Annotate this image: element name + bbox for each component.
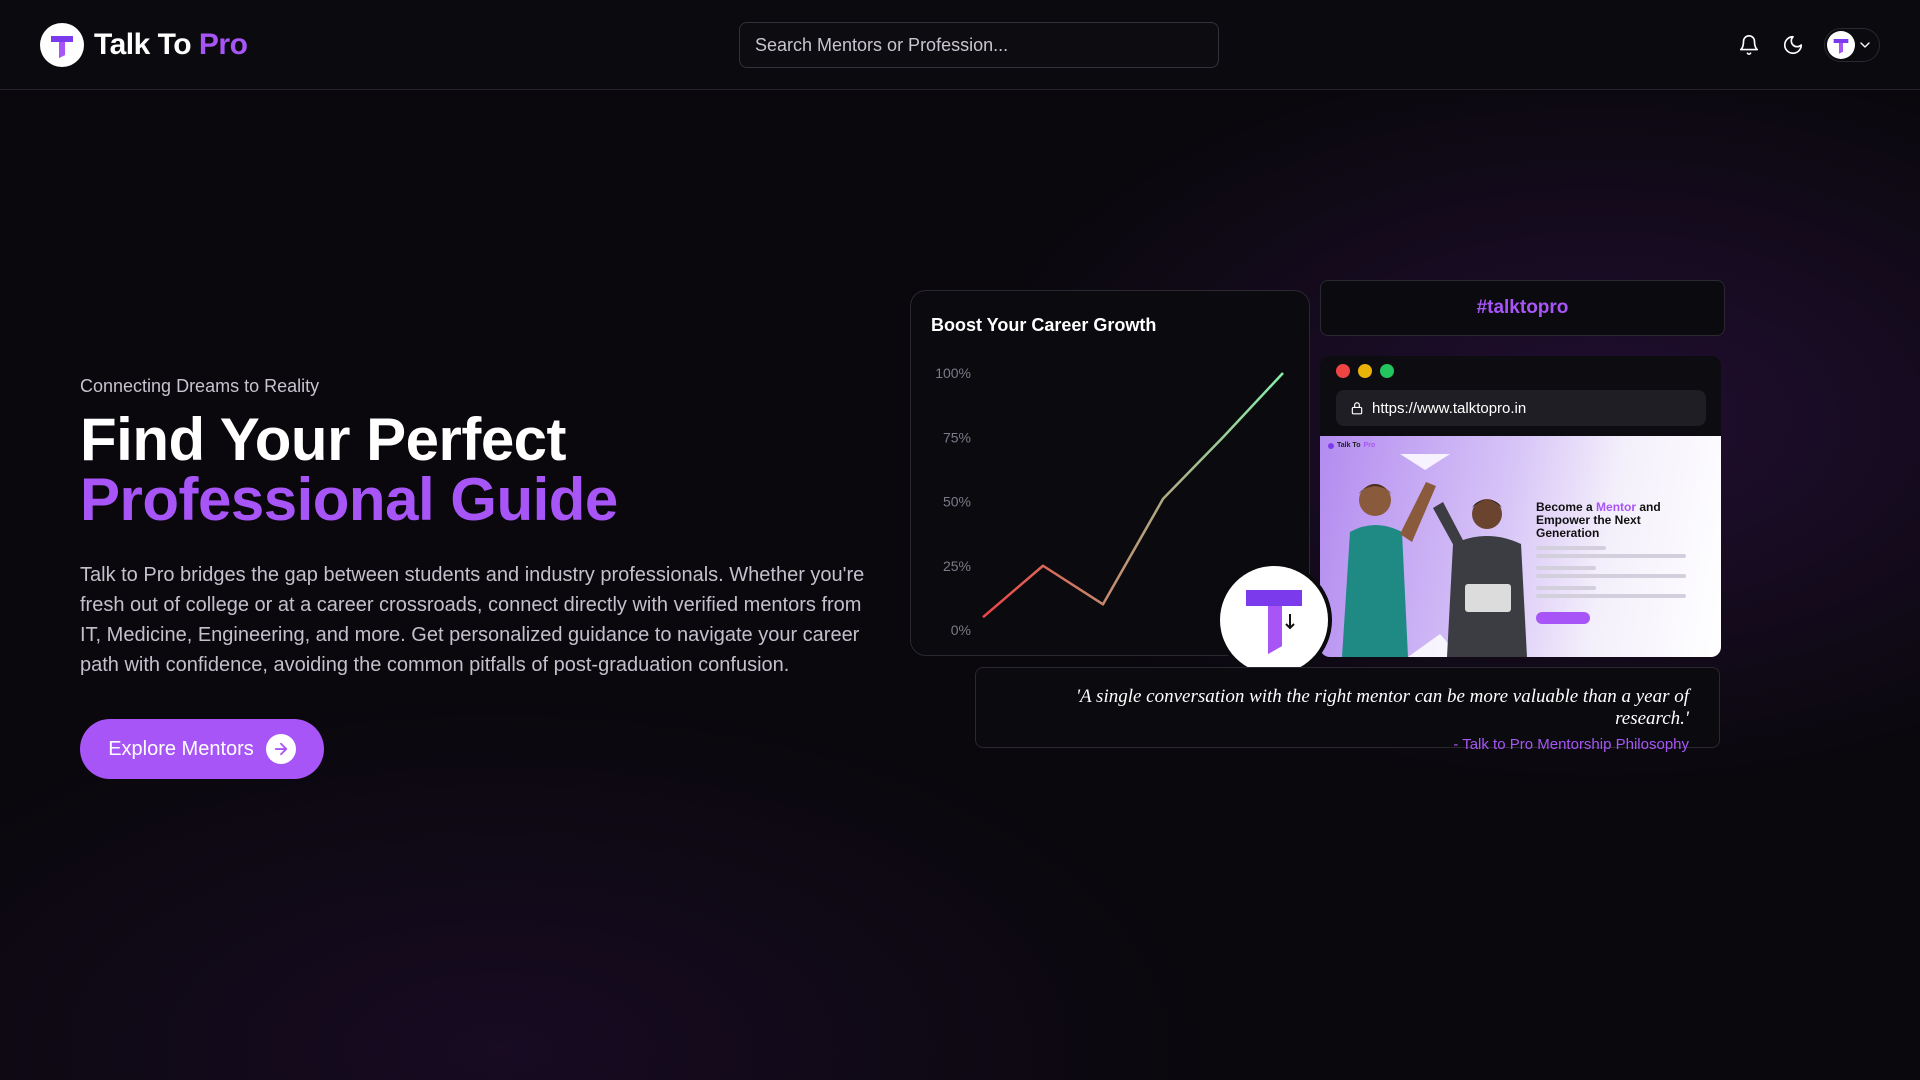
preview-cta-button	[1536, 612, 1590, 624]
brand-name: Talk To Pro	[94, 28, 248, 62]
y-tick-label: 0%	[951, 622, 971, 638]
floating-logo-badge	[1220, 566, 1328, 674]
preview-heading-accent: Mentor	[1596, 500, 1637, 514]
url-text: https://www.talktopro.in	[1372, 399, 1527, 417]
logo-icon	[1246, 590, 1302, 654]
search-input[interactable]	[739, 22, 1219, 68]
close-dot	[1336, 364, 1350, 378]
hashtag-text: #talktopro	[1476, 297, 1569, 318]
preview-heading-pre: Become a	[1536, 500, 1597, 514]
explore-mentors-button[interactable]: Explore Mentors	[80, 719, 324, 779]
brand-name-main: Talk To	[94, 28, 199, 61]
arrow-right-icon	[265, 734, 296, 764]
maximize-dot	[1380, 364, 1394, 378]
preview-feature-list	[1536, 546, 1696, 602]
headline-line1: Find Your Perfect	[80, 406, 567, 473]
chevron-down-icon	[1860, 42, 1870, 48]
y-tick-label: 75%	[943, 429, 971, 445]
hashtag-card: #talktopro	[1320, 280, 1725, 336]
y-tick-label: 25%	[943, 558, 971, 574]
lock-icon	[1351, 402, 1363, 415]
y-tick-label: 50%	[943, 494, 971, 510]
quote-card: 'A single conversation with the right me…	[975, 667, 1720, 753]
mentee-person-illustration	[1433, 499, 1527, 657]
avatar	[1827, 31, 1855, 59]
mentor-person-illustration	[1342, 482, 1436, 657]
moon-icon[interactable]	[1780, 32, 1806, 58]
url-bar: https://www.talktopro.in	[1336, 390, 1706, 426]
y-tick-label: 100%	[935, 365, 971, 381]
quote-attribution: - Talk to Pro Mentorship Philosophy	[1453, 736, 1689, 753]
window-controls	[1336, 364, 1394, 378]
website-preview: Talk To Pro Become a Mentor and Empower …	[1320, 436, 1721, 657]
browser-mockup: https://www.talktopro.in Talk To Pro Bec…	[1320, 356, 1721, 657]
hero-headline: Find Your Perfect Professional Guide	[80, 410, 618, 530]
preview-heading: Become a Mentor and Empower the Next Gen…	[1536, 501, 1686, 540]
bell-icon[interactable]	[1736, 32, 1762, 58]
logo-icon	[40, 23, 84, 67]
brand-name-accent: Pro	[198, 28, 248, 61]
minimize-dot	[1358, 364, 1372, 378]
brand-logo-link[interactable]: Talk To Pro	[40, 22, 248, 68]
user-menu-button[interactable]	[1824, 28, 1880, 62]
hero-tagline: Connecting Dreams to Reality	[80, 376, 320, 396]
header-actions	[1736, 28, 1880, 62]
explore-mentors-label: Explore Mentors	[108, 737, 254, 760]
headline-line2: Professional Guide	[80, 466, 618, 533]
top-navbar: Talk To Pro	[0, 0, 1920, 90]
hero-description: Talk to Pro bridges the gap between stud…	[80, 564, 865, 676]
quote-text: 'A single conversation with the right me…	[1075, 686, 1689, 729]
